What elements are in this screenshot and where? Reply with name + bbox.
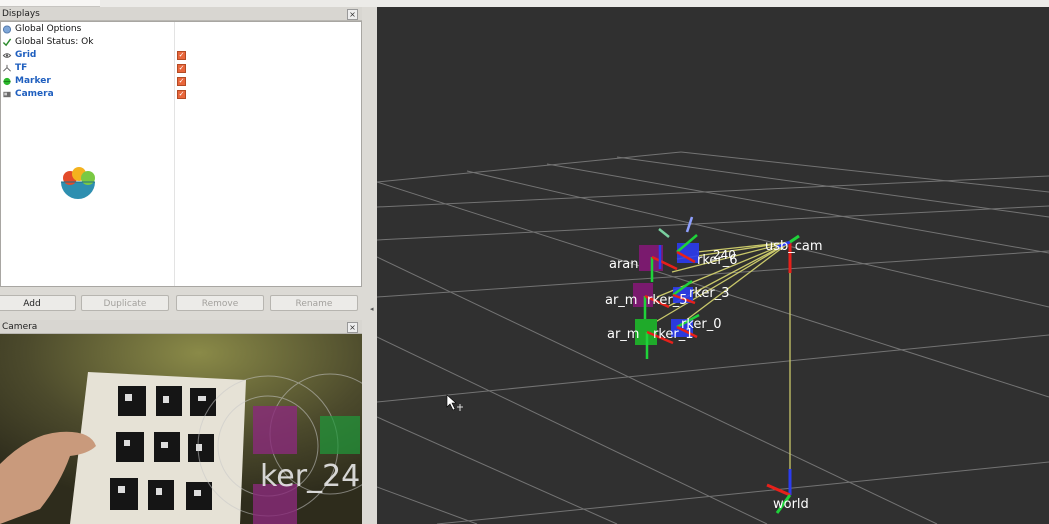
marker-icon: [3, 77, 11, 86]
tree-item-marker[interactable]: Marker ✓: [1, 75, 191, 88]
duplicate-button[interactable]: Duplicate: [81, 295, 169, 311]
displays-tree[interactable]: Global Options Global Status: Ok Grid ✓ …: [0, 21, 362, 287]
frame-label-usb-cam: usb_cam: [765, 239, 823, 254]
frame-label-marker: ar_m: [605, 293, 637, 308]
tree-item-label: TF: [15, 63, 28, 73]
frame-label-marker: rker_5: [647, 293, 688, 308]
displays-button-bar: Add Duplicate Remove Rename: [0, 293, 362, 313]
camera-enabled-checkbox[interactable]: ✓: [177, 90, 186, 99]
top-strip: [0, 0, 1049, 7]
frame-label-marker: aran: [609, 257, 639, 272]
tree-item-camera[interactable]: Camera ✓: [1, 88, 191, 101]
tf-enabled-checkbox[interactable]: ✓: [177, 64, 186, 73]
top-tab[interactable]: [0, 0, 100, 7]
remove-button[interactable]: Remove: [176, 295, 264, 311]
frame-label-marker: ar_m: [607, 327, 639, 342]
frame-label-marker: rker_0: [681, 317, 722, 332]
displays-close-button[interactable]: ×: [347, 9, 358, 20]
frame-label-world: world: [773, 497, 809, 512]
camera-icon: [3, 91, 11, 98]
grid-icon: [2, 53, 12, 58]
globe-icon: [2, 25, 12, 34]
add-button[interactable]: Add: [0, 295, 76, 311]
tree-item-global-status[interactable]: Global Status: Ok: [1, 36, 173, 49]
rename-button[interactable]: Rename: [270, 295, 358, 311]
frame-label-marker: rker_3: [689, 286, 730, 301]
camera-image: ker_240: [0, 334, 362, 524]
tree-item-label: Global Options: [15, 24, 82, 34]
grid-enabled-checkbox[interactable]: ✓: [177, 51, 186, 60]
camera-panel-title: Camera ×: [0, 320, 362, 334]
displays-panel-title: Displays ×: [0, 7, 362, 21]
frame-label-marker: 240: [713, 248, 736, 262]
scene: usb_cam world aran rker_6 240 ar_m rker_…: [377, 7, 1049, 524]
loading-ball-icon: [61, 167, 95, 199]
marker-enabled-checkbox[interactable]: ✓: [177, 77, 186, 86]
camera-close-button[interactable]: ×: [347, 322, 358, 333]
tree-item-label: Marker: [15, 76, 51, 86]
camera-overlay-text: ker_240: [260, 459, 362, 494]
tree-item-global-options[interactable]: Global Options: [1, 23, 173, 36]
tf-icon: [3, 64, 11, 72]
camera-title-text: Camera: [2, 322, 38, 332]
3d-viewport[interactable]: usb_cam world aran rker_6 240 ar_m rker_…: [377, 7, 1049, 524]
displays-title-text: Displays: [2, 9, 40, 19]
tree-item-label: Global Status: Ok: [15, 37, 94, 47]
tree-item-label: Camera: [15, 89, 54, 99]
overlay-marker-green: [320, 416, 360, 454]
checkmark-icon: [2, 38, 12, 47]
splitter-arrow-icon[interactable]: ◂: [370, 305, 374, 313]
tree-item-label: Grid: [15, 50, 37, 60]
overlay-marker-purple: [253, 406, 297, 454]
tree-item-tf[interactable]: TF ✓: [1, 62, 191, 75]
camera-feed: ker_240: [0, 334, 362, 524]
tree-item-grid[interactable]: Grid ✓: [1, 49, 191, 62]
